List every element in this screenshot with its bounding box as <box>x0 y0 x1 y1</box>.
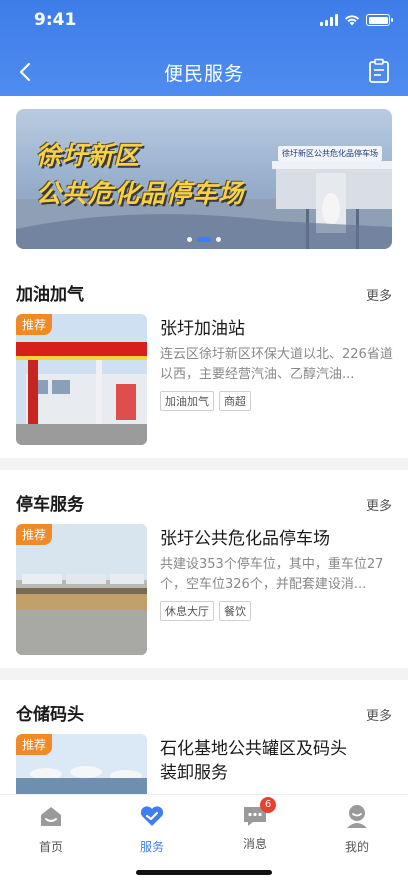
more-link[interactable]: 更多 <box>366 285 392 304</box>
recommend-badge: 推荐 <box>16 734 53 755</box>
card-title[interactable]: 张圩公共危化品停车场 <box>160 527 392 551</box>
recommend-badge: 推荐 <box>16 524 53 545</box>
unread-badge: 6 <box>260 797 276 813</box>
banner-section: 徐圩新区 公共危化品停车场 徐圩新区公共危化品停车场 <box>0 96 408 260</box>
tab-service[interactable]: 服务 <box>117 803 187 855</box>
banner-headline-line-2: 公共危化品停车场 <box>36 179 245 208</box>
banner-headline: 徐圩新区 公共危化品停车场 <box>36 137 244 213</box>
status-bar: 9:41 <box>0 10 408 36</box>
banner-sign: 徐圩新区公共危化品停车场 <box>278 146 382 161</box>
section-title: 加油加气 <box>16 285 84 305</box>
section-title: 仓储码头 <box>16 705 84 725</box>
card-thumbnail[interactable]: 推荐 <box>16 314 147 445</box>
card-tag: 加油加气 <box>160 391 214 411</box>
signal-icon <box>320 14 338 26</box>
clipboard-icon[interactable] <box>368 58 390 84</box>
home-indicator[interactable] <box>136 870 272 875</box>
page-title: 便民服务 <box>163 63 244 85</box>
banner-headline-line-1: 徐圩新区 <box>36 141 141 170</box>
tab-profile[interactable]: 我的 <box>322 803 392 855</box>
bottom-tab-bar: 首页 服务 6 消息 我的 <box>0 794 408 883</box>
wifi-icon <box>345 15 359 26</box>
card-thumbnail[interactable]: 推荐 <box>16 524 147 655</box>
more-link[interactable]: 更多 <box>366 495 392 514</box>
tab-messages[interactable]: 6 消息 <box>220 797 290 852</box>
more-link[interactable]: 更多 <box>366 705 392 724</box>
home-icon <box>41 807 61 826</box>
service-heart-icon <box>140 806 164 826</box>
app-header: 9:41 便民服务 <box>0 0 408 96</box>
section-fuel: 加油加气 更多 推荐 张圩加油站 连云区徐圩新区环保大道以北、226省道以西，主… <box>0 260 408 458</box>
tab-home[interactable]: 首页 <box>16 803 86 855</box>
section-title: 停车服务 <box>16 495 84 515</box>
carousel-dot[interactable] <box>216 237 221 242</box>
card-title[interactable]: 张圩加油站 <box>160 317 392 341</box>
card-description: 连云区徐圩新区环保大道以北、226省道以西，主要经营汽油、乙醇汽油... <box>160 347 393 382</box>
card-tag: 商超 <box>219 391 251 411</box>
tab-label: 消息 <box>242 837 267 851</box>
tab-label: 服务 <box>139 840 164 854</box>
status-icons <box>320 14 393 26</box>
status-time: 9:41 <box>34 10 77 30</box>
card-tags: 加油加气 商超 <box>160 391 251 411</box>
banner-carousel[interactable]: 徐圩新区 公共危化品停车场 徐圩新区公共危化品停车场 <box>16 109 392 249</box>
card-tag: 餐饮 <box>219 601 251 621</box>
card-tags: 休息大厅 餐饮 <box>160 601 251 621</box>
nav-bar: 便民服务 <box>0 52 408 92</box>
carousel-indicator <box>16 237 392 242</box>
card-title[interactable]: 石化基地公共罐区及码头装卸服务 <box>160 737 360 785</box>
card-description: 共建设353个停车位，其中，重车位27个，空车位326个，并配套建设消... <box>160 557 384 592</box>
tab-label: 首页 <box>38 840 63 854</box>
card-tag: 休息大厅 <box>160 601 214 621</box>
tab-label: 我的 <box>344 840 369 854</box>
message-icon-wrap: 6 <box>242 797 276 829</box>
recommend-badge: 推荐 <box>16 314 53 335</box>
battery-icon <box>366 14 393 26</box>
carousel-dot-active[interactable] <box>197 237 211 242</box>
profile-icon <box>347 805 367 828</box>
section-parking: 停车服务 更多 推荐 张圩公共危化品停车场 共建设353个停车位，其中，重车位2… <box>0 470 408 668</box>
carousel-dot[interactable] <box>187 237 192 242</box>
section-storage-dock: 仓储码头 更多 推荐 石化基地公共罐区及码头装卸服务 <box>0 680 408 800</box>
card-thumbnail[interactable]: 推荐 <box>16 734 147 800</box>
